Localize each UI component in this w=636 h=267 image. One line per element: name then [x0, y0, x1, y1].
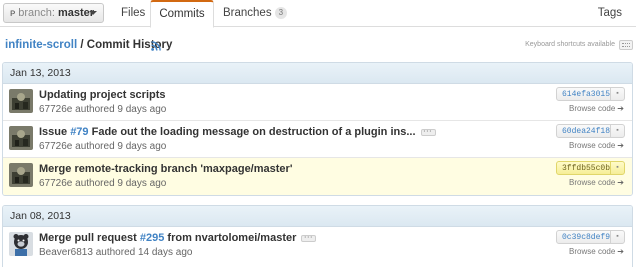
- keyboard-shortcuts-hint[interactable]: Keyboard shortcuts available: [525, 41, 615, 48]
- arrow-right-icon: ➔: [617, 104, 624, 113]
- commit-group-date: Jan 13, 2013: [3, 63, 632, 84]
- expand-message-button[interactable]: ···: [301, 235, 317, 242]
- tab-commits[interactable]: Commits: [150, 0, 214, 28]
- title-separator: /: [77, 39, 87, 51]
- expand-message-button[interactable]: ···: [420, 129, 436, 136]
- commit-message-suffix: Fade out the loading message on destruct…: [88, 126, 416, 138]
- commit-sha-button[interactable]: 0c39c8def9 ▪: [556, 230, 625, 244]
- keyboard-icon[interactable]: [619, 40, 633, 50]
- commit-message[interactable]: Updating project scripts: [39, 89, 166, 101]
- commit-message[interactable]: Merge remote-tracking branch 'maxpage/ma…: [39, 163, 292, 175]
- avatar[interactable]: [9, 89, 33, 113]
- avatar[interactable]: [9, 126, 33, 150]
- commit-sha: 3ffdb55c0b: [562, 164, 611, 173]
- browse-code-link[interactable]: Browse code ➔: [569, 247, 624, 256]
- arrow-right-icon: ➔: [617, 178, 624, 187]
- browse-code-label: Browse code: [569, 178, 616, 187]
- tab-branches-label: Branches: [223, 7, 272, 19]
- browse-code-link[interactable]: Browse code ➔: [569, 141, 624, 150]
- branch-prefix: branch:: [18, 7, 55, 19]
- repo-link[interactable]: infinite-scroll: [5, 39, 77, 51]
- avatar[interactable]: [9, 163, 33, 187]
- tab-branches[interactable]: Branches 3: [223, 0, 288, 28]
- clipboard-icon[interactable]: ▪: [610, 88, 624, 100]
- commit-row: Merge pull request #295 from nvartolomei…: [3, 227, 632, 264]
- commit-message-prefix: Merge pull request: [39, 232, 140, 244]
- branches-count-badge: 3: [274, 7, 288, 19]
- rss-icon[interactable]: [151, 41, 161, 51]
- commit-sha: 614efa3015: [562, 90, 611, 99]
- browse-code-label: Browse code: [569, 104, 616, 113]
- clipboard-icon[interactable]: ▪: [610, 231, 624, 243]
- clipboard-icon[interactable]: ▪: [610, 162, 624, 174]
- commit-sha: 0c39c8def9: [562, 233, 611, 242]
- avatar[interactable]: [9, 232, 33, 256]
- commit-row: Issue #79 Fade out the loading message o…: [3, 121, 632, 158]
- commit-message[interactable]: Issue #79 Fade out the loading message o…: [39, 126, 436, 138]
- commit-row-highlighted: Merge remote-tracking branch 'maxpage/ma…: [3, 158, 632, 195]
- repo-tab-bar: ᴩ branch: master Files Commits Branches 3 …: [0, 0, 636, 28]
- commit-author-line: 67726e authored 9 days ago: [39, 141, 167, 152]
- commit-row: Updating project scripts 67726e authored…: [3, 84, 632, 121]
- commit-group-date: Jan 08, 2013: [3, 206, 632, 227]
- tab-tags[interactable]: Tags: [598, 0, 622, 28]
- commit-message-suffix: from nvartolomei/master: [164, 232, 297, 244]
- commit-author-line: Beaver6813 authored 14 days ago: [39, 247, 193, 258]
- commit-group: Jan 08, 2013 Merge pull request #295 fro…: [2, 205, 633, 267]
- pull-request-link[interactable]: #295: [140, 232, 164, 244]
- branch-icon: ᴩ: [10, 8, 16, 19]
- commit-sha-button[interactable]: 60dea24f18 ▪: [556, 124, 625, 138]
- arrow-right-icon: ➔: [617, 141, 624, 150]
- browse-code-label: Browse code: [569, 247, 616, 256]
- commit-sha-button[interactable]: 3ffdb55c0b ▪: [556, 161, 625, 175]
- issue-link[interactable]: #79: [70, 126, 88, 138]
- commit-message[interactable]: Merge pull request #295 from nvartolomei…: [39, 232, 317, 244]
- commit-sha-button[interactable]: 614efa3015 ▪: [556, 87, 625, 101]
- arrow-right-icon: ➔: [617, 247, 624, 256]
- commit-sha: 60dea24f18: [562, 127, 611, 136]
- browse-code-link[interactable]: Browse code ➔: [569, 178, 624, 187]
- commit-message-prefix: Issue: [39, 126, 71, 138]
- commit-group: Jan 13, 2013 Updating project scripts 67…: [2, 62, 633, 196]
- browse-code-label: Browse code: [569, 141, 616, 150]
- commit-author-line: 67726e authored 9 days ago: [39, 104, 167, 115]
- page-title: infinite-scroll / Commit History: [5, 39, 172, 51]
- branch-selector-button[interactable]: ᴩ branch: master: [3, 3, 104, 23]
- tab-files[interactable]: Files: [121, 0, 145, 28]
- clipboard-icon[interactable]: ▪: [610, 125, 624, 137]
- commit-author-line: 67726e authored 9 days ago: [39, 178, 167, 189]
- browse-code-link[interactable]: Browse code ➔: [569, 104, 624, 113]
- chevron-down-icon: [89, 11, 97, 15]
